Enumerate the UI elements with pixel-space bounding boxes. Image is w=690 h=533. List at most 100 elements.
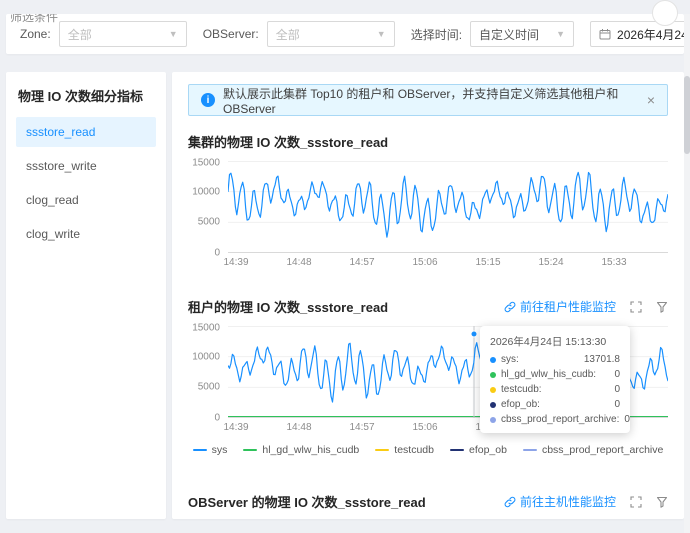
x-tick: 15:06 [412, 422, 437, 433]
x-tick: 14:48 [286, 422, 311, 433]
tooltip-row: testcudb: 0 [490, 384, 620, 395]
observer-label: OBServer: [203, 27, 259, 41]
tenant-perf-link[interactable]: 前往租户性能监控 [504, 298, 616, 315]
sidebar-title: 物理 IO 次数细分指标 [18, 86, 154, 105]
series-dot [490, 372, 496, 378]
filter-icon[interactable] [656, 496, 668, 508]
charts-panel: i 默认展示此集群 Top10 的租户和 OBServer，并支持自定义筛选其他… [172, 72, 684, 519]
x-tick: 14:57 [349, 257, 374, 268]
cluster-io-chart-canvas[interactable] [228, 161, 668, 253]
info-icon: i [201, 93, 215, 107]
zone-label: Zone: [20, 27, 51, 41]
time-mode-value: 自定义时间 [479, 26, 556, 43]
series-name: sys: [501, 354, 519, 365]
x-tick: 14:57 [349, 422, 374, 433]
tenant-perf-link-label: 前往租户性能监控 [520, 298, 616, 315]
y-tick: 0 [214, 413, 220, 424]
legend-marker [243, 449, 257, 451]
top-cut-text: 筛选条件 [10, 14, 58, 23]
legend-marker [375, 449, 389, 451]
host-perf-link-label: 前往主机性能监控 [520, 493, 616, 510]
calendar-icon [599, 28, 611, 40]
chevron-down-icon: ▼ [556, 30, 565, 39]
link-icon [504, 496, 516, 508]
time-label: 选择时间: [411, 26, 462, 43]
observer-select-value: 全部 [276, 26, 377, 43]
page-scrollbar-track [684, 14, 690, 533]
tooltip-timestamp: 2026年4月24日 15:13:30 [490, 334, 620, 349]
y-tick: 5000 [198, 382, 220, 393]
filter-bar: Zone: 全部 ▼ OBServer: 全部 ▼ 选择时间: 自定义时间 ▼ … [6, 14, 684, 54]
series-value: 13701.8 [584, 354, 620, 365]
top-right-partial-button[interactable] [652, 0, 678, 26]
expand-icon[interactable] [630, 301, 642, 313]
tenant-chart-title: 租户的物理 IO 次数_ssstore_read [188, 297, 504, 316]
legend-label: cbss_prod_report_archive [542, 444, 663, 456]
sidebar-item-clog-write[interactable]: clog_write [16, 219, 156, 249]
series-dot [490, 417, 496, 423]
observer-select[interactable]: 全部 ▼ [267, 21, 395, 47]
x-tick: 14:39 [223, 257, 248, 268]
series-value: 0 [614, 399, 620, 410]
zone-select[interactable]: 全部 ▼ [59, 21, 187, 47]
cluster-io-chart: 15000 10000 5000 0 14:39 14:48 14:57 15:… [188, 161, 668, 269]
tenant-chart-legend: sys hl_gd_wlw_his_cudb testcudb efop_ob … [188, 442, 668, 458]
series-dot [490, 387, 496, 393]
series-name: cbss_prod_report_archive: [501, 414, 619, 425]
x-tick: 14:39 [223, 422, 248, 433]
chevron-down-icon: ▼ [377, 30, 386, 39]
series-name: hl_gd_wlw_his_cudb: [501, 369, 596, 380]
tooltip-row: sys: 13701.8 [490, 354, 620, 365]
tooltip-row: hl_gd_wlw_his_cudb: 0 [490, 369, 620, 380]
x-tick: 15:15 [475, 257, 500, 268]
zone-select-value: 全部 [68, 26, 169, 43]
observer-filter: OBServer: 全部 ▼ [203, 21, 395, 47]
tooltip-row: cbss_prod_report_archive: 0 [490, 414, 620, 425]
series-value: 0 [614, 384, 620, 395]
x-tick: 15:24 [538, 257, 563, 268]
x-tick: 15:33 [601, 257, 626, 268]
legend-marker [523, 449, 537, 451]
sidebar-item-ssstore-write[interactable]: ssstore_write [16, 151, 156, 181]
date-start-picker[interactable]: 2026年4月24日 14 [590, 21, 690, 47]
page-scrollbar-thumb[interactable] [684, 76, 690, 154]
legend-item-hl-gd-wlw-his-cudb[interactable]: hl_gd_wlw_his_cudb [243, 444, 359, 456]
y-tick: 10000 [192, 352, 220, 363]
y-tick: 15000 [192, 158, 220, 169]
legend-label: hl_gd_wlw_his_cudb [262, 444, 359, 456]
chart-tooltip: 2026年4月24日 15:13:30 sys: 13701.8 hl_gd_w… [480, 326, 630, 433]
link-icon [504, 301, 516, 313]
legend-marker [193, 449, 207, 451]
legend-label: testcudb [394, 444, 434, 456]
cluster-chart-title: 集群的物理 IO 次数_ssstore_read [188, 132, 668, 151]
metric-sidebar: 物理 IO 次数细分指标 ssstore_read ssstore_write … [6, 72, 166, 519]
filter-icon[interactable] [656, 301, 668, 313]
date-range: 2026年4月24日 14 2026年4月24日 15 [590, 21, 690, 47]
tenant-chart-header: 租户的物理 IO 次数_ssstore_read 前往租户性能监控 [188, 297, 668, 316]
legend-marker [450, 449, 464, 451]
series-name: efop_ob: [501, 399, 540, 410]
chevron-down-icon: ▼ [169, 30, 178, 39]
series-value: 0 [614, 369, 620, 380]
x-tick: 14:48 [286, 257, 311, 268]
legend-label: sys [212, 444, 228, 456]
y-tick: 15000 [192, 323, 220, 334]
series-name: testcudb: [501, 384, 542, 395]
sidebar-item-ssstore-read[interactable]: ssstore_read [16, 117, 156, 147]
time-mode-select[interactable]: 自定义时间 ▼ [470, 21, 574, 47]
legend-item-testcudb[interactable]: testcudb [375, 444, 434, 456]
observer-chart-title: OBServer 的物理 IO 次数_ssstore_read [188, 492, 499, 511]
host-perf-link[interactable]: 前往主机性能监控 [504, 493, 616, 510]
info-banner-text: 默认展示此集群 Top10 的租户和 OBServer，并支持自定义筛选其他租户… [223, 85, 639, 116]
sidebar-item-clog-read[interactable]: clog_read [16, 185, 156, 215]
y-tick: 10000 [192, 187, 220, 198]
cluster-chart-x-axis: 14:39 14:48 14:57 15:06 15:15 15:24 15:3… [228, 253, 668, 269]
expand-icon[interactable] [630, 496, 642, 508]
info-banner: i 默认展示此集群 Top10 的租户和 OBServer，并支持自定义筛选其他… [188, 84, 668, 116]
legend-item-efop-ob[interactable]: efop_ob [450, 444, 507, 456]
close-icon[interactable]: × [647, 93, 655, 107]
tenant-chart-y-axis: 15000 10000 5000 0 [188, 326, 228, 434]
legend-item-sys[interactable]: sys [193, 444, 228, 456]
y-tick: 5000 [198, 217, 220, 228]
legend-item-cbss-prod-report-archive[interactable]: cbss_prod_report_archive [523, 444, 663, 456]
